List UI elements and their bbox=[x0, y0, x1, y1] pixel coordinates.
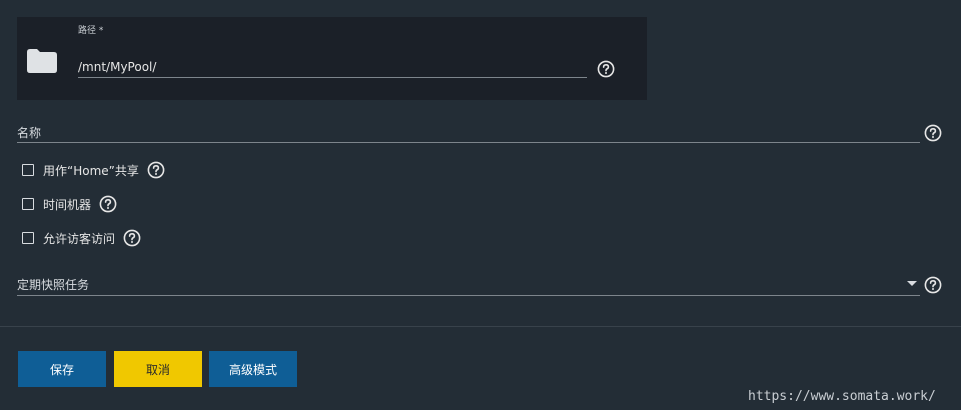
help-icon[interactable] bbox=[123, 229, 141, 247]
save-button[interactable]: 保存 bbox=[18, 351, 106, 387]
home-share-option[interactable]: 用作“Home”共享 bbox=[22, 161, 165, 179]
folder-icon[interactable] bbox=[26, 48, 58, 74]
help-icon[interactable] bbox=[924, 124, 942, 142]
advanced-mode-button[interactable]: 高级模式 bbox=[209, 351, 297, 387]
time-machine-checkbox[interactable] bbox=[22, 198, 34, 210]
watermark: https://www.somata.work/ bbox=[748, 389, 936, 404]
guest-access-option[interactable]: 允许访客访问 bbox=[22, 229, 141, 247]
snapshot-task-select[interactable]: 定期快照任务 bbox=[17, 273, 920, 296]
cancel-button[interactable]: 取消 bbox=[114, 351, 202, 387]
path-input[interactable] bbox=[78, 57, 587, 78]
path-label: 路径 * bbox=[78, 26, 104, 36]
guest-access-label: 允许访客访问 bbox=[43, 231, 116, 246]
name-field[interactable]: 名称 bbox=[17, 120, 920, 143]
help-icon[interactable] bbox=[147, 161, 165, 179]
name-label: 名称 bbox=[17, 126, 42, 140]
home-share-label: 用作“Home”共享 bbox=[43, 163, 139, 178]
time-machine-option[interactable]: 时间机器 bbox=[22, 195, 117, 213]
time-machine-label: 时间机器 bbox=[43, 197, 92, 212]
help-icon[interactable] bbox=[99, 195, 117, 213]
guest-access-checkbox[interactable] bbox=[22, 232, 34, 244]
snapshot-task-label: 定期快照任务 bbox=[17, 278, 90, 292]
path-panel: 路径 * bbox=[17, 17, 647, 100]
divider bbox=[0, 326, 961, 327]
help-icon[interactable] bbox=[597, 60, 615, 78]
share-form-page: 路径 * 名称 用作“Home”共享 bbox=[0, 0, 961, 410]
chevron-down-icon[interactable] bbox=[907, 281, 917, 286]
home-share-checkbox[interactable] bbox=[22, 164, 34, 176]
help-icon[interactable] bbox=[924, 276, 942, 294]
